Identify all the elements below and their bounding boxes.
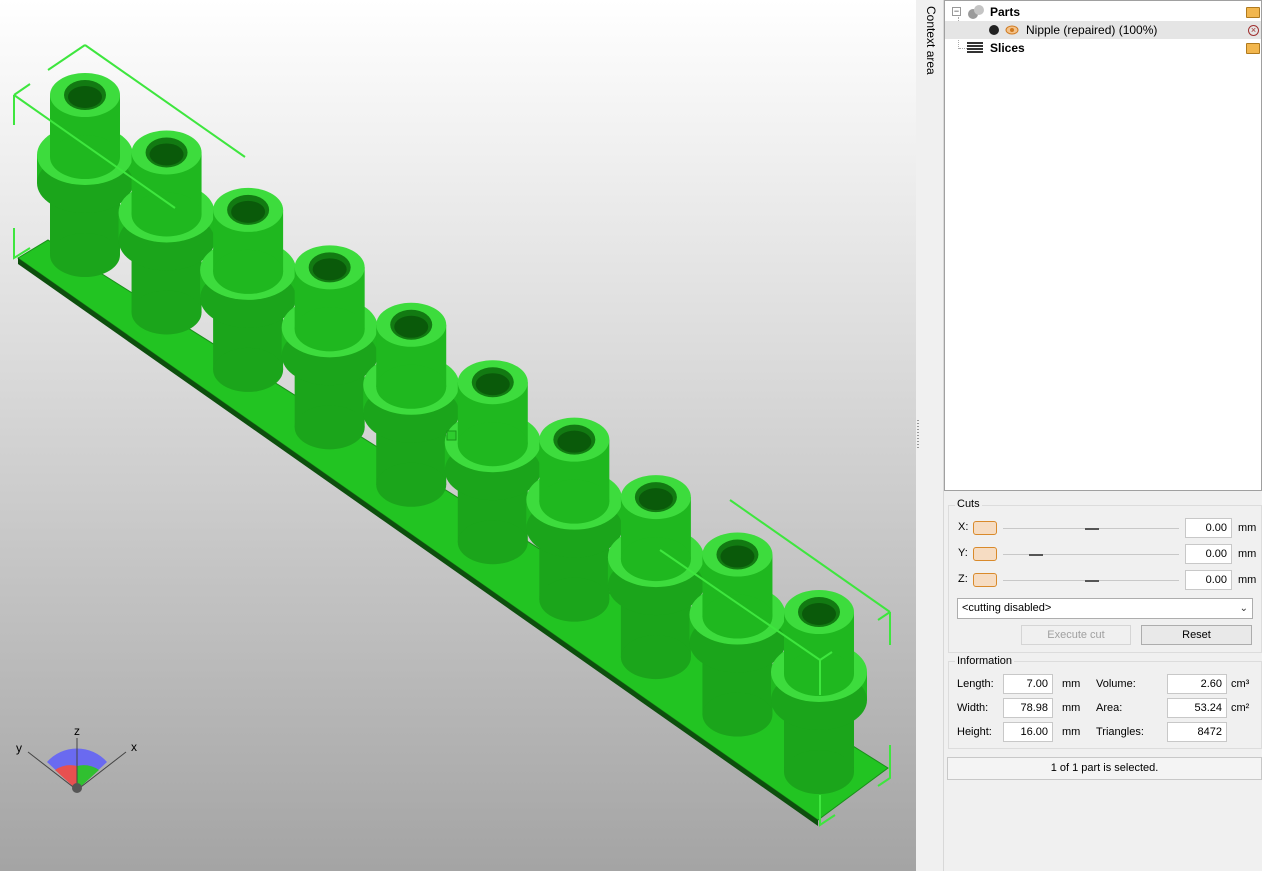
open-folder-icon[interactable]: [1246, 7, 1260, 18]
cut-z-toggle[interactable]: [973, 573, 997, 587]
length-label: Length:: [957, 678, 994, 690]
volume-unit: cm³: [1231, 678, 1250, 690]
cut-x-slider-handle[interactable]: [1085, 528, 1099, 530]
axis-label-z: z: [74, 724, 80, 738]
cut-z-unit: mm: [1238, 574, 1257, 586]
cut-y-slider-handle[interactable]: [1029, 554, 1043, 556]
axis-label-x: x: [131, 740, 137, 754]
triangles-label: Triangles:: [1096, 726, 1144, 738]
cut-x-toggle[interactable]: [973, 521, 997, 535]
length-value: 7.00: [1003, 674, 1053, 694]
context-area-tab[interactable]: [920, 0, 944, 871]
cut-mode-select[interactable]: <cutting disabled> ⌄: [957, 598, 1253, 619]
nipple: [526, 417, 623, 622]
3d-viewport[interactable]: z y x: [0, 0, 916, 871]
volume-value: 2.60: [1167, 674, 1227, 694]
cut-y-label: Y:: [958, 547, 968, 559]
parts-tree[interactable]: − Parts Nipple (repaired) (100%) × Slice…: [944, 0, 1262, 491]
nipple: [118, 130, 215, 335]
slices-icon: [967, 42, 983, 53]
splitter-grip[interactable]: [917, 420, 919, 450]
nipple: [37, 73, 133, 277]
chevron-down-icon: ⌄: [1239, 603, 1248, 614]
width-value: 78.98: [1003, 698, 1053, 718]
area-value: 53.24: [1167, 698, 1227, 718]
cut-mode-value: <cutting disabled>: [962, 602, 1052, 614]
visibility-eye-icon[interactable]: [1005, 24, 1019, 36]
cut-z-slider-handle[interactable]: [1085, 580, 1099, 582]
cut-z-input[interactable]: 0.00: [1185, 570, 1232, 590]
nipple: [363, 302, 460, 507]
area-label: Area:: [1096, 702, 1123, 714]
cut-y-unit: mm: [1238, 548, 1257, 560]
tree-label-parts: Parts: [990, 5, 1021, 19]
reset-button[interactable]: Reset: [1141, 625, 1252, 645]
nipple: [689, 532, 786, 737]
cut-z-label: Z:: [958, 573, 968, 585]
length-unit: mm: [1062, 678, 1081, 690]
open-folder-icon[interactable]: [1246, 43, 1260, 54]
information-title: Information: [955, 655, 1015, 667]
collapse-icon[interactable]: −: [952, 7, 961, 16]
width-label: Width:: [957, 702, 989, 714]
execute-cut-button[interactable]: Execute cut: [1021, 625, 1131, 645]
parts-icon: [968, 5, 984, 19]
triangles-value: 8472: [1167, 722, 1227, 742]
center-marker: [446, 430, 457, 441]
tree-item-parts[interactable]: − Parts: [945, 3, 1261, 21]
cuts-title: Cuts: [955, 498, 982, 510]
tree-label-part: Nipple (repaired) (100%): [1026, 23, 1158, 37]
axis-label-y: y: [16, 741, 22, 755]
cut-y-input[interactable]: 0.00: [1185, 544, 1232, 564]
part-color-icon[interactable]: [989, 25, 999, 35]
tree-item-part[interactable]: Nipple (repaired) (100%) ×: [945, 21, 1261, 39]
context-area-label[interactable]: Context area: [924, 6, 938, 75]
nipple: [281, 245, 378, 450]
cut-x-input[interactable]: 0.00: [1185, 518, 1232, 538]
tree-item-slices[interactable]: Slices: [945, 39, 1261, 57]
height-unit: mm: [1062, 726, 1081, 738]
cut-x-unit: mm: [1238, 522, 1257, 534]
selection-status: 1 of 1 part is selected.: [947, 757, 1262, 780]
cut-y-toggle[interactable]: [973, 547, 997, 561]
width-unit: mm: [1062, 702, 1081, 714]
nipple: [607, 475, 704, 680]
volume-label: Volume:: [1096, 678, 1136, 690]
nipple: [444, 360, 541, 565]
axis-gizmo: [27, 738, 127, 793]
height-label: Height:: [957, 726, 992, 738]
nipple: [200, 187, 297, 392]
model-scene[interactable]: z y x: [0, 0, 916, 871]
tree-label-slices: Slices: [990, 41, 1025, 55]
area-unit: cm²: [1231, 702, 1250, 714]
height-value: 16.00: [1003, 722, 1053, 742]
cut-x-label: X:: [958, 521, 969, 533]
remove-part-icon[interactable]: ×: [1248, 25, 1259, 36]
